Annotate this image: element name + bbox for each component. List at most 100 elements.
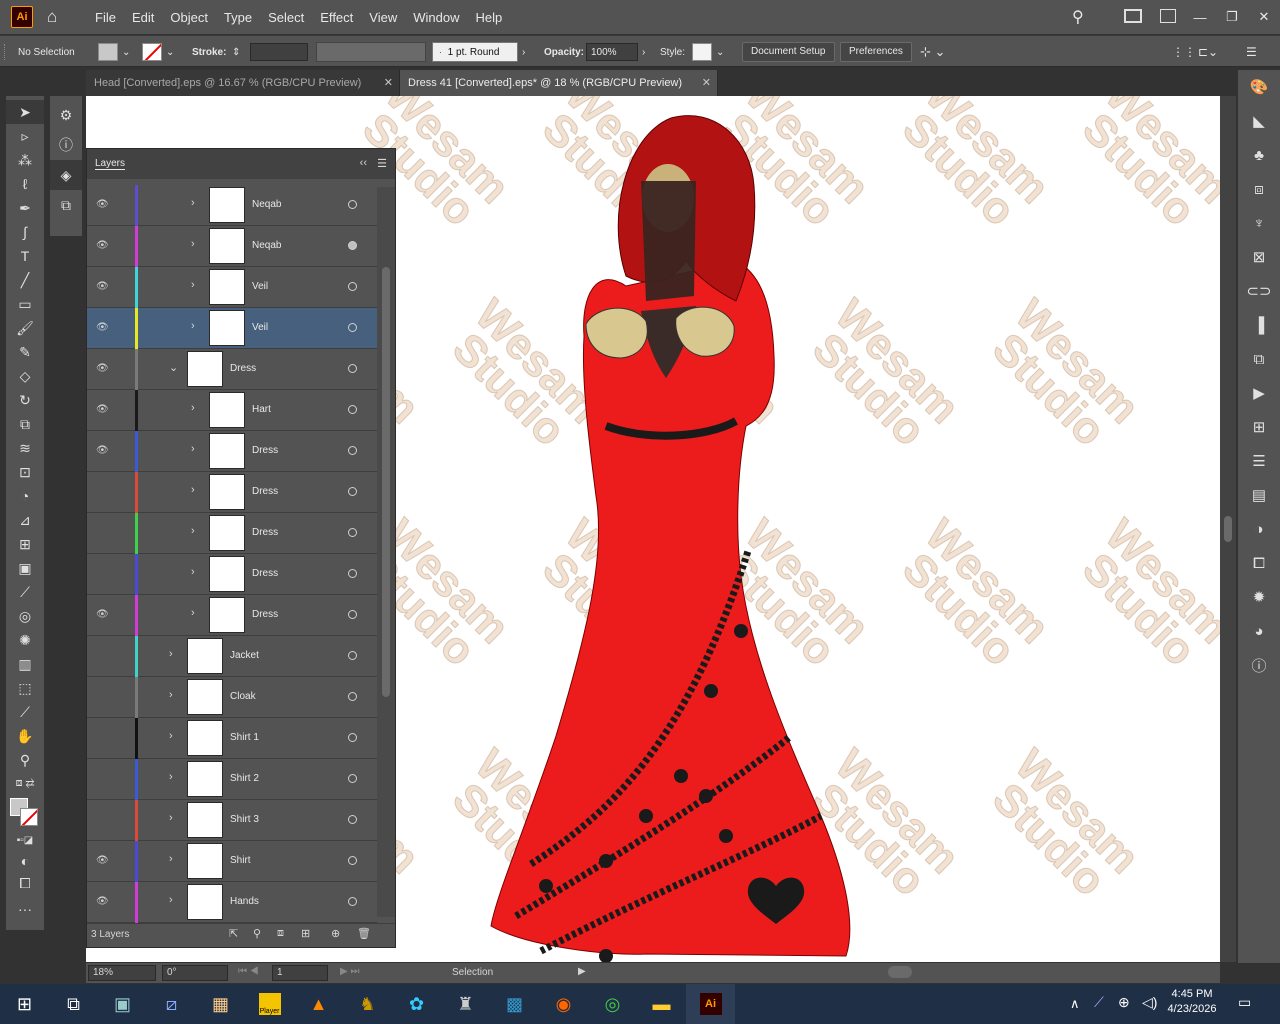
eye-icon[interactable]: 👁 — [96, 199, 109, 210]
links-icon[interactable]: ⊂⊃ — [1238, 274, 1280, 308]
target-icon[interactable] — [348, 200, 357, 209]
stroke-weight-field[interactable] — [250, 43, 308, 61]
target-icon[interactable] — [348, 405, 357, 414]
chevron-down-icon[interactable]: ⌄ — [169, 361, 178, 374]
align-options-icon[interactable]: ⊹ ⌄ — [920, 43, 945, 61]
layer-row[interactable]: › Shirt 3 — [87, 800, 377, 841]
scale-tool-icon[interactable]: ⧉ — [6, 412, 44, 436]
volume-icon[interactable]: ◁) — [1142, 994, 1157, 1011]
blend-tool-icon[interactable]: ◎ — [6, 604, 44, 628]
eye-icon[interactable]: 👁 — [96, 896, 109, 907]
export-icon[interactable]: ⇱ — [229, 927, 238, 940]
artboard-field[interactable]: 1 — [272, 965, 328, 981]
rectangle-tool-icon[interactable]: ▭ — [6, 292, 44, 316]
file-explorer-icon[interactable]: ▬ — [637, 984, 686, 1024]
chevron-right-icon[interactable]: › — [169, 771, 173, 783]
pathfinder-icon[interactable]: ⧉ — [1238, 342, 1280, 376]
layer-row[interactable]: 👁 › Neqab — [87, 226, 377, 267]
chevron-right-icon[interactable]: › — [191, 279, 195, 291]
symbol-sprayer-tool-icon[interactable]: ✺ — [6, 628, 44, 652]
fill-stroke-indicator[interactable] — [6, 794, 44, 830]
shaper-tool-icon[interactable]: ✎ — [6, 340, 44, 364]
gradient-tool-icon[interactable]: ▣ — [6, 556, 44, 580]
slice-tool-icon[interactable]: ⟋ — [6, 700, 44, 724]
close-button[interactable]: ✕ — [1248, 9, 1280, 25]
graphic-style-swatch[interactable]: ⌄ — [692, 43, 724, 61]
notifications-icon[interactable]: ▭ — [1238, 994, 1251, 1011]
brush-dropdown[interactable]: › — [522, 43, 525, 61]
eye-icon[interactable]: 👁 — [96, 363, 109, 374]
chevron-right-icon[interactable]: › — [169, 853, 173, 865]
chevron-right-icon[interactable]: › — [191, 484, 195, 496]
line-tool-icon[interactable]: ╱ — [6, 268, 44, 292]
gradient-panel-icon[interactable]: ▤ — [1238, 478, 1280, 512]
symbols-icon[interactable]: ♆ — [1238, 206, 1280, 240]
media-player-icon[interactable]: Player — [245, 984, 294, 1024]
document-info-icon[interactable]: ⓘ — [1238, 648, 1280, 682]
graphic-styles-icon[interactable]: ◕ — [1238, 614, 1280, 648]
target-icon[interactable] — [348, 446, 357, 455]
chevron-right-icon[interactable]: › — [191, 197, 195, 209]
target-icon[interactable] — [348, 692, 357, 701]
transform-icon[interactable]: ⊏⌄ — [1198, 43, 1218, 61]
panel-menu-icon[interactable]: ☰ — [1246, 43, 1257, 61]
target-icon[interactable] — [348, 774, 357, 783]
minimize-button[interactable]: — — [1184, 10, 1216, 25]
target-icon[interactable] — [348, 323, 357, 332]
chevron-right-icon[interactable]: › — [191, 320, 195, 332]
workspace-switcher-icon[interactable] — [1124, 9, 1142, 23]
maximize-button[interactable]: ❐ — [1216, 9, 1248, 25]
target-icon[interactable] — [348, 282, 357, 291]
stroke-weight-stepper[interactable]: ⇕ — [232, 43, 240, 61]
vlc-icon[interactable]: ▲ — [294, 984, 343, 1024]
layer-row[interactable]: › Dress — [87, 513, 377, 554]
layer-row[interactable]: 👁 ⌄ Dress — [87, 349, 377, 390]
network-app-icon[interactable]: ✿ — [392, 984, 441, 1024]
type-tool-icon[interactable]: T — [6, 244, 44, 268]
target-icon[interactable] — [348, 569, 357, 578]
menu-edit[interactable]: Edit — [124, 10, 162, 25]
layer-row[interactable]: 👁 › Veil — [87, 308, 377, 349]
search-icon[interactable]: ⚲ — [1072, 7, 1084, 27]
new-layer-icon[interactable]: ⊕ — [331, 927, 340, 940]
align-icon[interactable]: ▐ — [1238, 308, 1280, 342]
eye-icon[interactable]: 👁 — [96, 609, 109, 620]
more-tools-icon[interactable]: ··· — [6, 894, 44, 924]
grip-handle[interactable] — [4, 44, 8, 60]
opacity-field[interactable]: 100% — [586, 43, 638, 61]
menu-effect[interactable]: Effect — [312, 10, 361, 25]
color-panel-icon[interactable]: 🎨 — [1238, 70, 1280, 104]
swatches-icon[interactable]: ♣ — [1238, 138, 1280, 172]
layer-row[interactable]: 👁 › Dress — [87, 431, 377, 472]
scroll-thumb[interactable] — [382, 267, 390, 697]
layers-scrollbar[interactable] — [377, 187, 395, 917]
appearance-icon[interactable]: ✹ — [1238, 580, 1280, 614]
stroke-swatch[interactable]: ⌄ — [142, 43, 174, 61]
brush-definition[interactable]: · 1 pt. Round — [432, 42, 518, 62]
rotate-tool-icon[interactable]: ↻ — [6, 388, 44, 412]
target-icon[interactable] — [348, 528, 357, 537]
chevron-right-icon[interactable]: › — [191, 525, 195, 537]
chevron-right-icon[interactable]: › — [169, 812, 173, 824]
layer-row[interactable]: 👁 › Hart — [87, 390, 377, 431]
layer-row[interactable]: 👁 › Neqab — [87, 185, 377, 226]
eye-icon[interactable]: 👁 — [96, 404, 109, 415]
target-icon[interactable] — [348, 487, 357, 496]
chevron-right-icon[interactable]: › — [191, 607, 195, 619]
firefox-icon[interactable]: ◉ — [539, 984, 588, 1024]
layers-panel-icon[interactable]: ◈ — [50, 160, 82, 190]
menu-window[interactable]: Window — [405, 10, 467, 25]
free-transform-tool-icon[interactable]: ⊡ — [6, 460, 44, 484]
horizontal-scroll-thumb[interactable] — [888, 966, 912, 978]
task-view-icon[interactable]: ⧉ — [49, 984, 98, 1024]
paintbrush-tool-icon[interactable]: 🖌 — [6, 316, 44, 340]
tab-head-document[interactable]: Head [Converted].eps @ 16.67 % (RGB/CPU … — [86, 70, 400, 96]
eyedropper-tool-icon[interactable]: ⟋ — [6, 580, 44, 604]
chevron-right-icon[interactable]: › — [191, 443, 195, 455]
transform-icon[interactable]: ⊠ — [1238, 240, 1280, 274]
warp-tool-icon[interactable]: ≋ — [6, 436, 44, 460]
layer-row[interactable]: › Shirt 1 — [87, 718, 377, 759]
panel-menu-icon[interactable]: ☰ — [377, 157, 387, 170]
store-icon[interactable]: ▩ — [490, 984, 539, 1024]
layer-row[interactable]: 👁 › Dress — [87, 595, 377, 636]
